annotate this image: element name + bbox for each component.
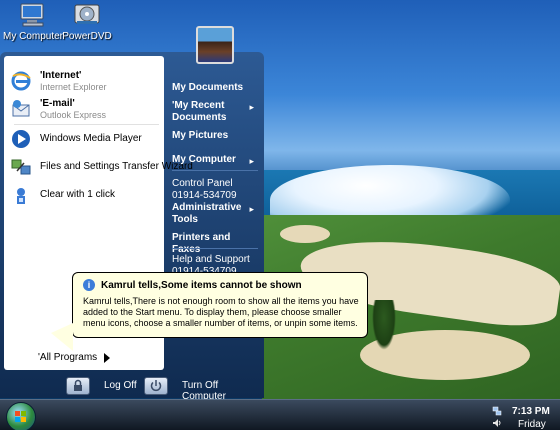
- clock-day[interactable]: Friday: [518, 419, 546, 430]
- right-item-label: My Pictures: [172, 130, 229, 141]
- right-item-control-panel[interactable]: Control Panel 01914-534709: [172, 178, 260, 202]
- start-menu: 'Internet' Internet Explorer 'E-mail' Ou…: [0, 52, 264, 402]
- power-icon: [150, 380, 162, 392]
- right-item-label: My Documents: [172, 82, 244, 93]
- recent-clear-with-1-click[interactable]: Clear with 1 click: [10, 182, 164, 210]
- balloon-body: Kamrul tells,There is not enough room to…: [83, 296, 359, 328]
- recent-windows-media-player[interactable]: Windows Media Player: [10, 126, 164, 154]
- internet-explorer-icon: [11, 71, 31, 91]
- balloon-tail: [51, 323, 73, 351]
- start-menu-bottom-bar: Log Off Turn Off Computer: [0, 374, 264, 402]
- menu-separator: [14, 124, 159, 125]
- pinned-internet[interactable]: 'Internet' Internet Explorer: [10, 68, 164, 96]
- start-button[interactable]: [6, 402, 36, 430]
- recent-files-settings-transfer[interactable]: Files and Settings Transfer Wizard: [10, 154, 193, 182]
- arrow-right-icon: [104, 353, 110, 363]
- desktop-icon-label: PowerDVD: [62, 31, 112, 42]
- user-avatar[interactable]: [196, 26, 234, 64]
- log-off-button[interactable]: [66, 377, 90, 395]
- clock-time[interactable]: 7:13 PM: [512, 406, 550, 417]
- media-player-icon: [12, 130, 30, 148]
- wallpaper-sand: [280, 225, 330, 243]
- right-item-administrative-tools[interactable]: Administrative Tools ▸: [172, 202, 260, 226]
- info-icon: i: [83, 279, 95, 291]
- turn-off-button[interactable]: [144, 377, 168, 395]
- right-item-label: Printers and Faxes: [172, 232, 231, 255]
- all-programs-button[interactable]: 'All Programs: [4, 350, 164, 366]
- chevron-right-icon: ▸: [249, 156, 254, 166]
- pinned-email[interactable]: 'E-mail' Outlook Express: [10, 96, 164, 124]
- network-icon[interactable]: [492, 406, 502, 416]
- pinned-subtitle: Outlook Express: [40, 110, 107, 120]
- chevron-right-icon: ▸: [249, 102, 254, 112]
- menu-separator: [172, 248, 258, 249]
- transfer-wizard-icon: [11, 159, 31, 175]
- wallpaper-tree: [372, 300, 396, 350]
- recent-label: Files and Settings Transfer Wizard: [40, 161, 193, 172]
- notification-balloon[interactable]: i Kamrul tells,Some items cannot be show…: [51, 272, 368, 351]
- right-item-label: 'My Recent Documents: [172, 100, 227, 123]
- recent-label: Windows Media Player: [40, 133, 142, 144]
- right-item-label: Control Panel 01914-534709: [172, 178, 237, 201]
- pinned-title: 'E-mail': [40, 98, 75, 109]
- windows-logo-icon: [15, 411, 26, 422]
- outlook-express-icon: [12, 100, 30, 117]
- right-item-my-computer[interactable]: My Computer ▸: [172, 154, 260, 166]
- computer-icon: [20, 3, 44, 27]
- right-item-my-recent-documents[interactable]: 'My Recent Documents ▸: [172, 100, 260, 124]
- chevron-right-icon: ▸: [249, 204, 254, 214]
- pinned-subtitle: Internet Explorer: [40, 82, 107, 92]
- right-item-label: Administrative Tools: [172, 202, 242, 225]
- taskbar: [0, 399, 560, 430]
- menu-separator: [172, 170, 258, 171]
- desktop-background: My Computer PowerDVD 'Internet' Internet…: [0, 0, 560, 430]
- right-item-label: My Computer: [172, 154, 236, 165]
- pinned-title: 'Internet': [40, 70, 82, 81]
- right-item-my-documents[interactable]: My Documents: [172, 82, 260, 94]
- balloon-title: Kamrul tells,Some items cannot be shown: [101, 280, 302, 291]
- lock-icon: [74, 379, 82, 391]
- desktop-icon-powerdvd[interactable]: PowerDVD: [54, 0, 120, 42]
- right-item-printers-faxes[interactable]: Printers and Faxes: [172, 232, 260, 256]
- system-tray: 7:13 PM Friday: [488, 402, 560, 430]
- volume-icon[interactable]: [492, 418, 502, 428]
- all-programs-label: 'All Programs: [38, 352, 98, 363]
- dvd-icon: [74, 4, 100, 24]
- recent-label: Clear with 1 click: [40, 189, 116, 200]
- right-item-my-pictures[interactable]: My Pictures: [172, 130, 260, 142]
- clear-tool-icon: [17, 188, 25, 204]
- log-off-label[interactable]: Log Off: [104, 380, 137, 391]
